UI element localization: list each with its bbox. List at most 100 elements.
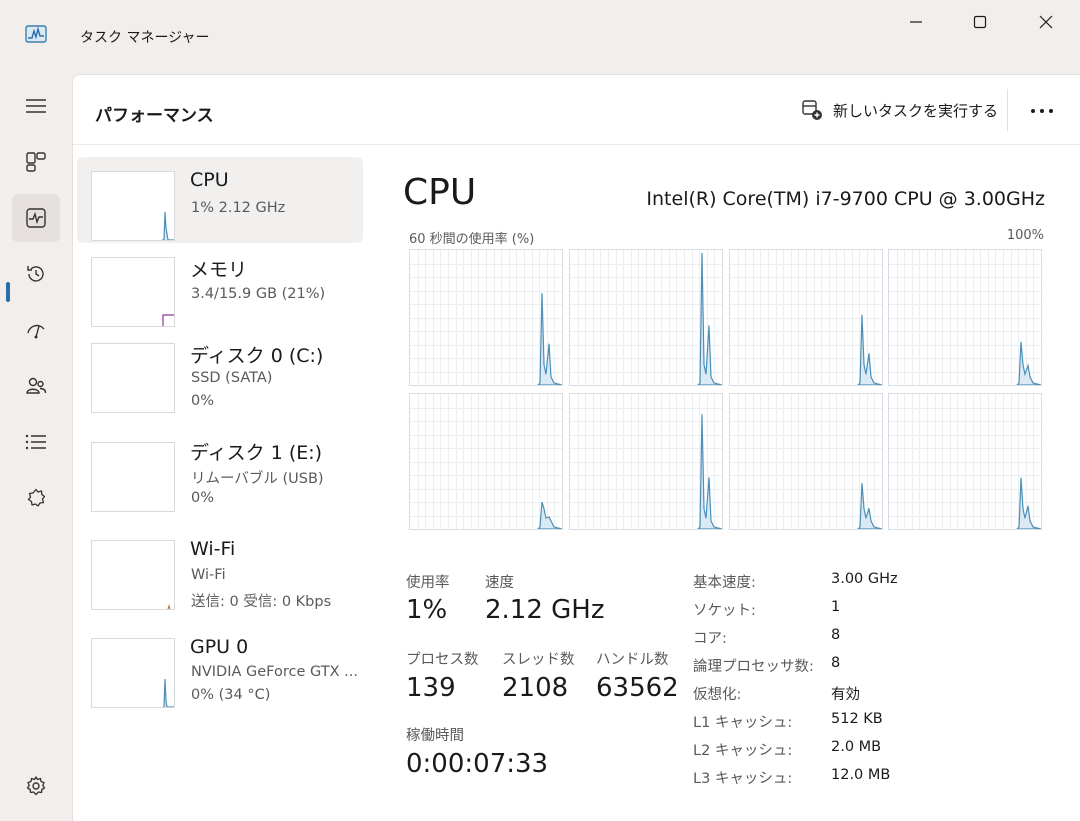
device-item-disk-1[interactable]: ディスク 1 (E:) リムーバブル (USB) 0% bbox=[77, 428, 363, 514]
window-title: タスク マネージャー bbox=[80, 30, 210, 46]
core-graph bbox=[569, 393, 723, 530]
minimize-button[interactable] bbox=[904, 10, 928, 34]
spec-value: 8 bbox=[831, 627, 841, 643]
new-task-label: 新しいタスクを実行する bbox=[833, 101, 999, 120]
disk0-thumbnail-graph bbox=[91, 343, 175, 413]
wifi-thumbnail-graph bbox=[91, 540, 175, 610]
minimize-icon bbox=[910, 21, 922, 23]
nav-details[interactable] bbox=[12, 418, 60, 466]
maximize-icon bbox=[973, 15, 987, 29]
device-name: CPU bbox=[190, 169, 229, 191]
nav-services[interactable] bbox=[12, 474, 60, 522]
nav-settings[interactable] bbox=[12, 762, 60, 810]
nav-app-history[interactable] bbox=[12, 250, 60, 298]
utilization-line bbox=[1015, 477, 1042, 530]
spec-key: 論理プロセッサ数: bbox=[693, 659, 814, 675]
disk1-thumbnail-graph bbox=[91, 442, 175, 512]
device-item-cpu[interactable]: CPU 1% 2.12 GHz bbox=[77, 157, 363, 243]
nav-users[interactable] bbox=[12, 362, 60, 410]
maximize-button[interactable] bbox=[968, 10, 992, 34]
new-task-button[interactable]: 新しいタスクを実行する bbox=[793, 93, 1006, 127]
nav-processes[interactable] bbox=[12, 138, 60, 186]
utilization-line bbox=[536, 293, 563, 386]
device-usage: 0% bbox=[191, 393, 215, 409]
usage-value: 1% bbox=[406, 595, 448, 625]
core-utilization-graph bbox=[570, 250, 723, 386]
device-name: GPU 0 bbox=[190, 636, 249, 658]
performance-icon bbox=[26, 208, 46, 228]
core-utilization-graph bbox=[570, 394, 723, 530]
speed-value: 2.12 GHz bbox=[485, 595, 605, 625]
core-utilization-graph bbox=[410, 394, 563, 530]
uptime-label: 稼働時間 bbox=[406, 728, 464, 744]
spec-key: 仮想化: bbox=[693, 687, 742, 703]
nav-startup-apps[interactable] bbox=[12, 306, 60, 354]
processes-icon bbox=[26, 152, 46, 172]
spec-key: L1 キャッシュ: bbox=[693, 715, 793, 731]
task-manager-icon bbox=[25, 25, 47, 43]
nav-menu-button[interactable] bbox=[12, 82, 60, 130]
gpu-thumbnail-graph bbox=[91, 638, 175, 708]
processes-label: プロセス数 bbox=[406, 652, 479, 668]
spec-value: 12.0 MB bbox=[831, 767, 891, 783]
spec-value: 3.00 GHz bbox=[831, 571, 898, 587]
navigation-rail bbox=[0, 72, 72, 821]
core-graph bbox=[888, 393, 1042, 530]
uptime-value: 0:00:07:33 bbox=[406, 749, 549, 779]
active-nav-indicator bbox=[6, 282, 10, 302]
title-bar: タスク マネージャー bbox=[0, 0, 1080, 72]
spec-key: L2 キャッシュ: bbox=[693, 743, 793, 759]
utilization-line bbox=[1015, 341, 1042, 386]
core-utilization-graph bbox=[889, 394, 1042, 530]
device-item-gpu-0[interactable]: GPU 0 NVIDIA GeForce GTX ... 0% (34 °C) bbox=[77, 624, 363, 710]
processes-value: 139 bbox=[406, 673, 456, 703]
speed-label: 速度 bbox=[485, 575, 514, 591]
device-usage: 0% (34 °C) bbox=[191, 687, 271, 703]
close-icon bbox=[1039, 15, 1053, 29]
close-button[interactable] bbox=[1034, 10, 1058, 34]
utilization-line bbox=[856, 314, 883, 386]
device-name: メモリ bbox=[190, 259, 248, 281]
device-detail: SSD (SATA) bbox=[191, 370, 273, 386]
more-options-button[interactable] bbox=[1025, 97, 1059, 125]
cpu-thumbnail-graph bbox=[91, 171, 175, 241]
device-detail: Wi-Fi bbox=[191, 567, 226, 583]
settings-icon bbox=[26, 776, 46, 796]
device-detail: 3.4/15.9 GB (21%) bbox=[191, 286, 326, 302]
device-name: ディスク 0 (C:) bbox=[190, 345, 324, 367]
spec-value: 1 bbox=[831, 599, 841, 615]
device-item-memory[interactable]: メモリ 3.4/15.9 GB (21%) bbox=[77, 243, 363, 329]
device-item-disk-0[interactable]: ディスク 0 (C:) SSD (SATA) 0% bbox=[77, 329, 363, 415]
device-name: ディスク 1 (E:) bbox=[190, 442, 323, 464]
nav-performance[interactable] bbox=[12, 194, 60, 242]
core-graph bbox=[409, 249, 563, 386]
spec-key: コア: bbox=[693, 631, 727, 647]
handles-label: ハンドル数 bbox=[596, 652, 669, 668]
usage-label: 使用率 bbox=[406, 575, 450, 591]
spec-value: 2.0 MB bbox=[831, 739, 882, 755]
spec-value: 有効 bbox=[831, 687, 860, 703]
main-panel: パフォーマンス 新しいタスクを実行する CPU 1% 2.12 GHz メモリ … bbox=[72, 74, 1080, 821]
graph-label: 60 秒間の使用率 (%) bbox=[409, 232, 535, 247]
core-utilization-graph bbox=[730, 250, 883, 386]
spec-key: 基本速度: bbox=[693, 575, 756, 591]
cpu-model: Intel(R) Core(TM) i7-9700 CPU @ 3.00GHz bbox=[646, 188, 1045, 210]
device-detail: リムーバブル (USB) bbox=[191, 471, 324, 487]
device-detail: NVIDIA GeForce GTX ... bbox=[191, 664, 358, 680]
device-throughput: 送信: 0 受信: 0 Kbps bbox=[191, 594, 332, 610]
core-graph bbox=[569, 249, 723, 386]
core-utilization-graph bbox=[889, 250, 1042, 386]
device-item-wifi[interactable]: Wi-Fi Wi-Fi 送信: 0 受信: 0 Kbps bbox=[77, 526, 363, 612]
memory-thumbnail-graph bbox=[91, 257, 175, 327]
startup-apps-icon bbox=[27, 324, 45, 339]
more-icon bbox=[1031, 109, 1053, 113]
core-graph bbox=[729, 393, 883, 530]
users-icon bbox=[26, 377, 47, 394]
utilization-line bbox=[536, 501, 563, 530]
core-utilization-graph bbox=[410, 250, 563, 386]
details-icon bbox=[25, 434, 46, 450]
spec-value: 512 KB bbox=[831, 711, 883, 727]
hamburger-icon bbox=[26, 99, 46, 113]
threads-label: スレッド数 bbox=[502, 652, 575, 668]
core-graph bbox=[729, 249, 883, 386]
